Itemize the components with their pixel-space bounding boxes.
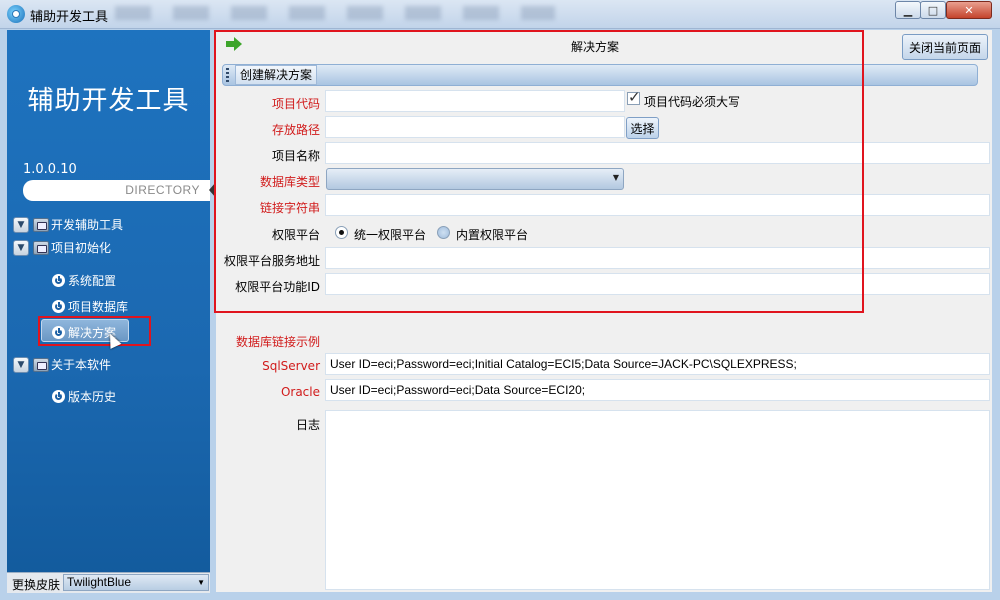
expander-icon[interactable]: ▼	[13, 239, 29, 256]
power-icon	[52, 274, 65, 287]
log-label: 日志	[295, 418, 320, 432]
arrow-right-icon	[226, 37, 242, 51]
minimize-button[interactable]: ▁	[895, 1, 921, 19]
project-name-label: 项目名称	[271, 149, 320, 163]
tree-item-label: 关于本软件	[51, 358, 112, 372]
maximize-button[interactable]: □	[920, 1, 946, 19]
project-code-label: 项目代码	[271, 97, 320, 111]
sqlserver-example[interactable]: User ID=eci;Password=eci;Initial Catalog…	[325, 353, 990, 375]
radio-unified-platform[interactable]	[335, 226, 348, 239]
folder-icon	[33, 357, 49, 372]
folder-icon	[33, 217, 49, 232]
skin-select[interactable]: TwilightBlue	[63, 574, 209, 591]
blurred-menu-bar	[115, 6, 555, 20]
oracle-label: Oracle	[280, 385, 320, 399]
toolbar: 创建解决方案	[222, 64, 978, 86]
sidebar-title: 辅助开发工具	[27, 86, 190, 116]
tree-item-dev-tools[interactable]: ▼ 开发辅助工具	[13, 216, 123, 233]
auth-platform-label: 权限平台	[271, 228, 320, 242]
close-window-button[interactable]: ✕	[946, 1, 992, 19]
tree-item-label: 项目初始化	[51, 241, 112, 255]
auth-service-label: 权限平台服务地址	[223, 254, 320, 268]
sqlserver-label: SqlServer	[262, 359, 320, 373]
directory-label: DIRECTORY	[125, 183, 200, 197]
expander-icon[interactable]: ▼	[13, 216, 29, 233]
grip-handle-icon[interactable]	[226, 68, 229, 82]
tree-item-label: 项目数据库	[68, 300, 129, 314]
db-type-label: 数据库类型	[259, 175, 320, 189]
create-solution-button[interactable]: 创建解决方案	[235, 65, 318, 85]
skin-label: 更换皮肤	[12, 578, 61, 592]
selection-annotation-box	[38, 316, 151, 346]
choose-button[interactable]: 选择	[626, 117, 659, 139]
page-title: 解决方案	[571, 40, 620, 54]
app-icon	[7, 5, 25, 23]
radio-unified-label: 统一权限平台	[354, 228, 427, 242]
title-bar: 辅助开发工具 ▁ □ ✕	[0, 0, 1000, 29]
radio-builtin-label: 内置权限平台	[456, 228, 529, 242]
storage-path-label: 存放路径	[271, 123, 320, 137]
uppercase-checkbox-label: 项目代码必须大写	[644, 95, 741, 109]
tree-item-label: 开发辅助工具	[51, 218, 124, 232]
tree-item-label: 版本历史	[68, 390, 117, 404]
page-header: 解决方案	[216, 30, 992, 60]
collapse-arrow-icon[interactable]	[209, 182, 216, 198]
project-name-input[interactable]	[325, 142, 990, 164]
db-type-select[interactable]	[326, 168, 624, 190]
power-icon	[52, 390, 65, 403]
conn-string-input[interactable]	[325, 194, 990, 216]
tree-item-about[interactable]: ▼ 关于本软件	[13, 356, 111, 373]
auth-service-input[interactable]	[325, 247, 990, 269]
directory-bar[interactable]: DIRECTORY	[23, 180, 210, 201]
auth-func-label: 权限平台功能ID	[235, 280, 320, 294]
uppercase-checkbox[interactable]	[627, 88, 641, 106]
expander-icon[interactable]: ▼	[13, 356, 29, 373]
tree-item-version-history[interactable]: 版本历史	[52, 388, 116, 405]
tree-item-label: 系统配置	[68, 274, 117, 288]
tree-item-system-config[interactable]: 系统配置	[52, 272, 116, 289]
oracle-example[interactable]: User ID=eci;Password=eci;Data Source=ECI…	[325, 379, 990, 401]
window-title: 辅助开发工具	[30, 10, 109, 25]
conn-string-label: 链接字符串	[259, 201, 320, 215]
examples-heading: 数据库链接示例	[235, 335, 320, 349]
project-code-input[interactable]	[325, 90, 625, 112]
tree-item-project-init[interactable]: ▼ 项目初始化	[13, 239, 111, 256]
close-page-button[interactable]: 关闭当前页面	[902, 34, 988, 60]
main-panel: 解决方案 关闭当前页面 创建解决方案 项目代码 项目代码必须大写 存放路径 选择…	[214, 30, 992, 592]
tree-item-project-db[interactable]: 项目数据库	[52, 298, 128, 315]
sidebar: 辅助开发工具 1.0.0.10 DIRECTORY ▼ 开发辅助工具 ▼ 项目初…	[7, 30, 216, 592]
storage-path-input[interactable]	[325, 116, 625, 138]
skin-bar: 更换皮肤 TwilightBlue	[7, 572, 210, 593]
version-label: 1.0.0.10	[23, 162, 77, 177]
folder-icon	[33, 240, 49, 255]
log-textarea[interactable]	[325, 410, 990, 590]
power-icon	[52, 300, 65, 313]
radio-builtin-platform[interactable]	[437, 226, 450, 239]
auth-func-input[interactable]	[325, 273, 990, 295]
